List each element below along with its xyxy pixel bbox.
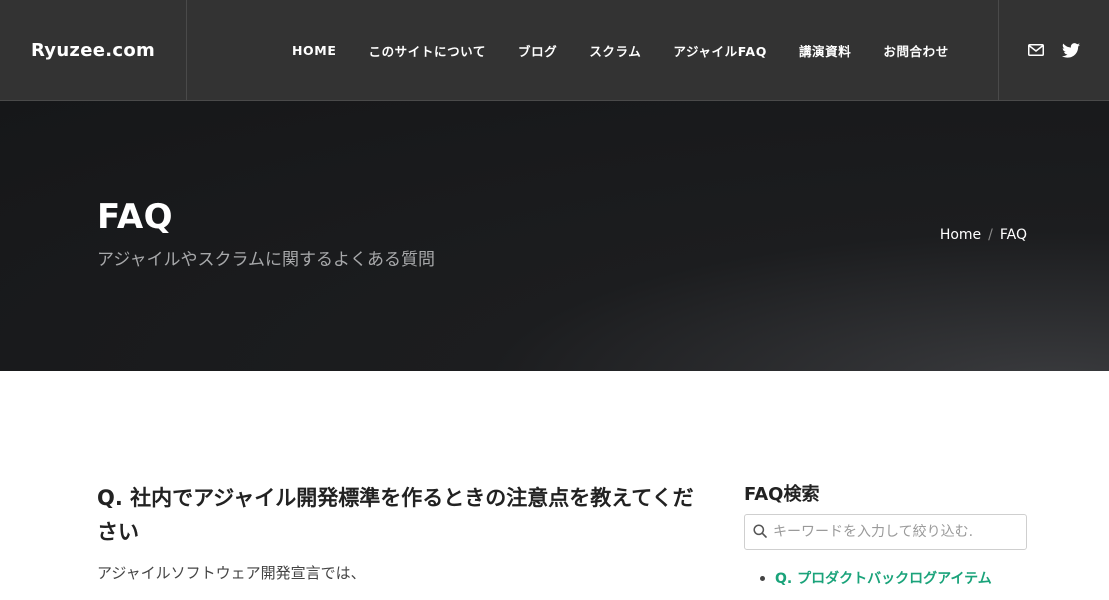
page-hero: FAQ アジャイルやスクラムに関するよくある質問 Home / FAQ — [0, 101, 1109, 371]
faq-question-title: Q. 社内でアジャイル開発標準を作るときの注意点を教えてください — [97, 486, 694, 544]
page-subtitle: アジャイルやスクラムに関するよくある質問 — [97, 250, 435, 270]
sidebar-title: FAQ検索 — [744, 484, 820, 505]
nav-about[interactable]: このサイトについて — [352, 41, 502, 60]
faq-search-input[interactable] — [773, 524, 1018, 540]
faq-search-box — [744, 514, 1027, 550]
faq-list-item: Q. プロダクトバックログアイテム — [760, 568, 992, 588]
page-title: FAQ — [97, 197, 174, 237]
twitter-icon[interactable] — [1062, 42, 1080, 58]
faq-list: Q. プロダクトバックログアイテム — [760, 568, 992, 588]
nav-talks[interactable]: 講演資料 — [783, 41, 867, 60]
site-logo[interactable]: Ryuzee.com — [31, 40, 155, 61]
logo-cell: Ryuzee.com — [0, 0, 187, 100]
breadcrumb-home[interactable]: Home — [940, 227, 981, 243]
faq-link[interactable]: Q. プロダクトバックログアイテム — [775, 568, 992, 588]
faq-answer-text: アジャイルソフトウェア開発宣言では、 — [97, 564, 366, 582]
main-nav: HOME このサイトについて ブログ スクラム アジャイルFAQ 講演資料 お問… — [276, 0, 965, 100]
breadcrumb-separator: / — [988, 227, 993, 243]
mail-icon[interactable] — [1028, 44, 1044, 56]
bullet-icon — [760, 575, 765, 581]
nav-agile-faq[interactable]: アジャイルFAQ — [657, 41, 783, 60]
nav-scrum[interactable]: スクラム — [573, 41, 657, 60]
breadcrumb: Home / FAQ — [940, 227, 1027, 243]
nav-home[interactable]: HOME — [276, 43, 352, 58]
breadcrumb-current: FAQ — [999, 227, 1027, 243]
top-navbar: Ryuzee.com HOME このサイトについて ブログ スクラム アジャイル… — [0, 0, 1109, 101]
search-icon — [753, 523, 767, 542]
nav-blog[interactable]: ブログ — [502, 41, 573, 60]
social-links — [998, 0, 1109, 100]
nav-contact[interactable]: お問合わせ — [867, 41, 965, 60]
